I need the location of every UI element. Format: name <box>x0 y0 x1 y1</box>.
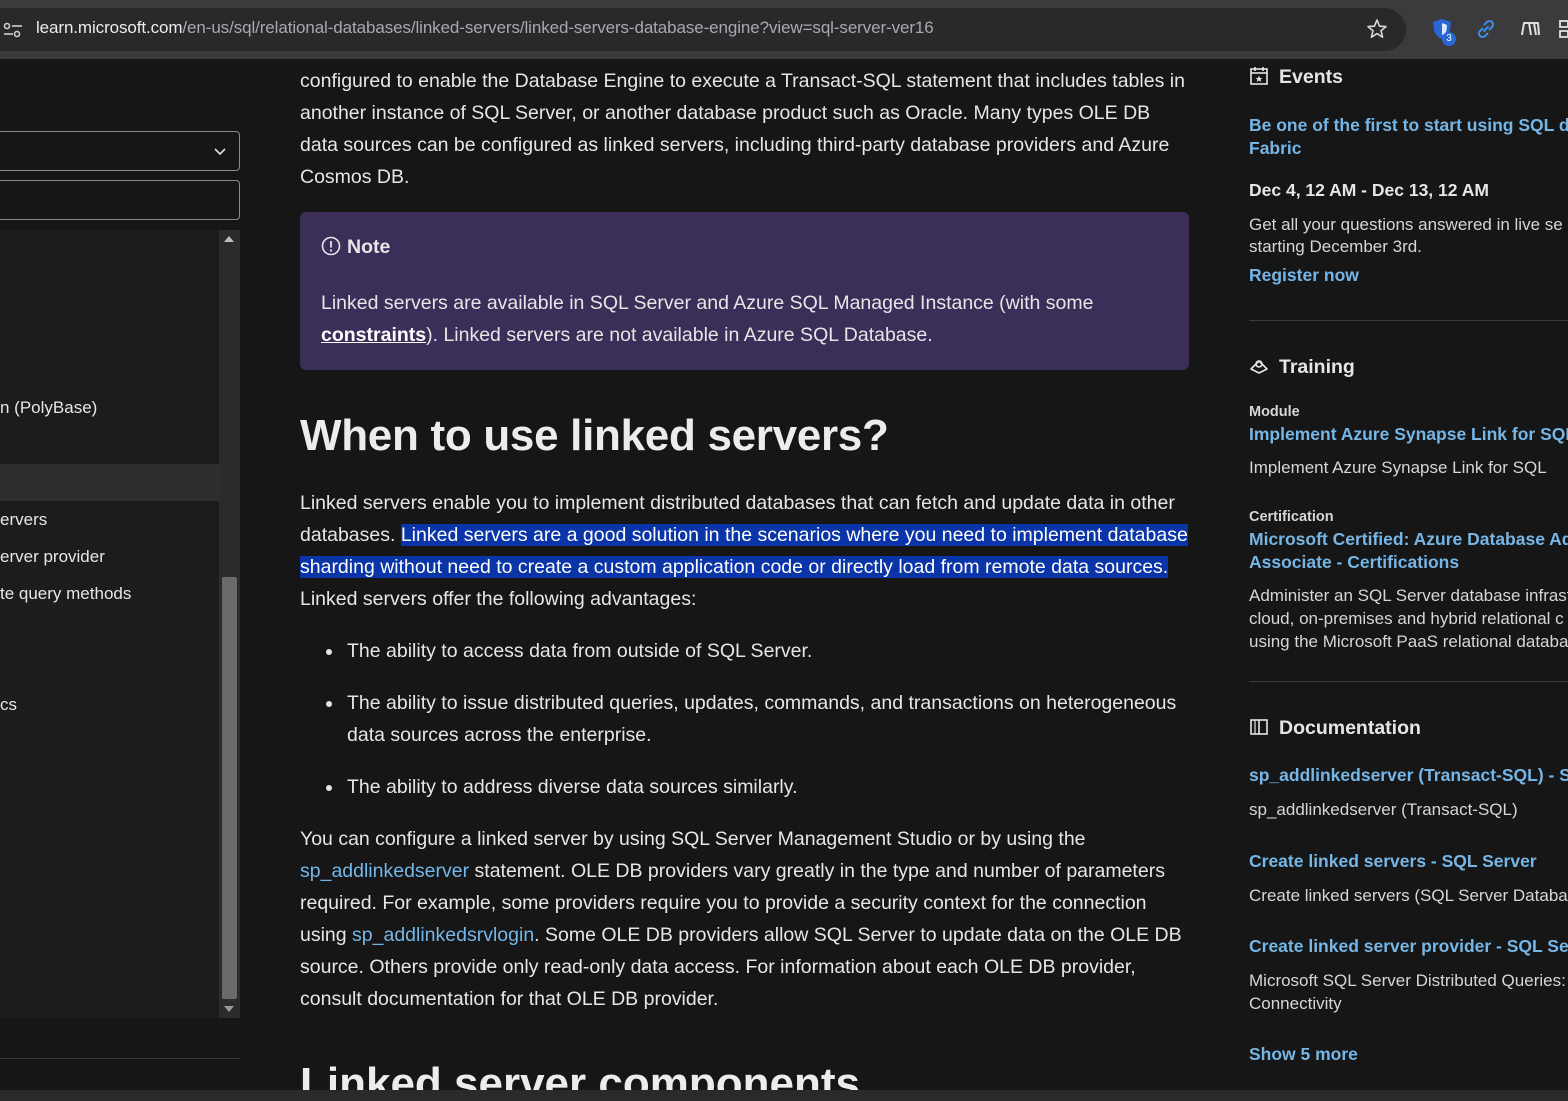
training-heading-text: Training <box>1279 356 1355 378</box>
intro-paragraph: configured to enable the Database Engine… <box>300 70 1185 188</box>
event-link[interactable]: Be one of the first to start using SQL d… <box>1249 114 1568 137</box>
note-callout: Note Linked servers are available in SQL… <box>300 212 1189 370</box>
doc-description: Create linked servers (SQL Server Databa… <box>1249 886 1568 905</box>
training-heading: Training <box>1249 356 1355 379</box>
scrollbar-thumb[interactable] <box>222 577 237 999</box>
event-link-line2[interactable]: Fabric <box>1249 137 1302 160</box>
toc-item-server-provider[interactable]: erver provider <box>0 547 105 567</box>
toc-item-polybase[interactable]: n (PolyBase) <box>0 398 97 418</box>
doc-link[interactable]: Create linked server provider - SQL Serv… <box>1249 935 1568 958</box>
constraints-link[interactable]: constraints <box>321 324 426 346</box>
paragraph-text-end: Linked servers offer the following advan… <box>300 588 697 610</box>
book-icon <box>1250 719 1268 735</box>
bottom-bar <box>0 1090 1568 1101</box>
filter-input[interactable] <box>0 180 240 220</box>
note-body: Linked servers are available in SQL Serv… <box>321 287 1171 351</box>
extension-badge: 3 <box>1442 32 1456 46</box>
link-extension-icon[interactable] <box>1474 17 1498 41</box>
doc-link[interactable]: Create linked servers - SQL Server <box>1249 850 1537 873</box>
rail-divider <box>1249 681 1568 682</box>
site-settings-icon[interactable] <box>3 22 23 38</box>
certification-description-line2: cloud, on-premises and hybrid relational… <box>1249 609 1564 628</box>
certification-link-line2[interactable]: Associate - Certifications <box>1249 551 1459 574</box>
chevron-down-icon <box>214 148 226 156</box>
module-description: Implement Azure Synapse Link for SQL <box>1249 458 1547 477</box>
show-more-link[interactable]: Show 5 more <box>1249 1043 1358 1066</box>
doc-description-line2: Connectivity <box>1249 994 1342 1013</box>
advantages-list: The ability to access data from outside … <box>300 635 1190 823</box>
toc-active-item[interactable] <box>0 464 219 501</box>
note-title: Note <box>321 236 390 259</box>
certification-description-line3: using the Microsoft PaaS relational data… <box>1249 632 1568 651</box>
note-title-text: Note <box>347 236 391 258</box>
list-item: The ability to address diverse data sour… <box>300 771 1190 803</box>
version-select[interactable] <box>0 131 240 171</box>
doc-description: sp_addlinkedserver (Transact-SQL) <box>1249 800 1518 819</box>
menu-extension-icon[interactable] <box>1558 17 1568 41</box>
events-heading-text: Events <box>1279 66 1343 88</box>
scroll-down-icon[interactable] <box>224 1006 234 1012</box>
bookmark-star-icon[interactable] <box>1366 18 1388 40</box>
address-bar[interactable]: learn.microsoft.com/en-us/sql/relational… <box>0 8 1406 51</box>
info-icon <box>321 236 341 256</box>
url-text[interactable]: learn.microsoft.com/en-us/sql/relational… <box>36 18 934 38</box>
rail-divider <box>1249 320 1568 321</box>
list-item: The ability to issue distributed queries… <box>300 687 1190 751</box>
url-host: learn.microsoft.com <box>36 18 183 37</box>
certification-description: Administer an SQL Server database infras… <box>1249 586 1568 605</box>
reader-extension-icon[interactable] <box>1518 17 1542 41</box>
selected-text: Linked servers are a good solution in th… <box>300 524 1188 578</box>
event-description: Get all your questions answered in live … <box>1249 215 1563 234</box>
note-text-end: ). Linked servers are not available in A… <box>426 324 933 346</box>
documentation-heading-text: Documentation <box>1279 717 1421 739</box>
right-rail: Events Be one of the first to start usin… <box>1249 59 1568 1101</box>
article-content: configured to enable the Database Engine… <box>300 59 1200 1101</box>
toc-item-linked-servers[interactable]: ervers <box>0 510 47 530</box>
module-link[interactable]: Implement Azure Synapse Link for SQL - <box>1249 423 1568 446</box>
browser-toolbar: learn.microsoft.com/en-us/sql/relational… <box>0 0 1568 59</box>
training-icon <box>1250 360 1268 374</box>
linked-servers-paragraph: Linked servers enable you to implement d… <box>300 487 1190 615</box>
module-label: Module <box>1249 404 1300 420</box>
url-path: /en-us/sql/relational-databases/linked-s… <box>182 18 934 37</box>
certification-link[interactable]: Microsoft Certified: Azure Database Adm <box>1249 528 1568 551</box>
scroll-up-icon[interactable] <box>224 236 234 242</box>
note-text: Linked servers are available in SQL Serv… <box>321 292 1094 314</box>
toc-item-query-methods[interactable]: te query methods <box>0 584 131 604</box>
table-of-contents: n (PolyBase) ervers erver provider te qu… <box>0 59 240 1101</box>
sidebar-divider <box>0 1058 240 1059</box>
event-description-line2: starting December 3rd. <box>1249 237 1422 256</box>
list-item: The ability to access data from outside … <box>300 635 1190 667</box>
toc-scrollbar[interactable] <box>219 230 240 1018</box>
register-now-link[interactable]: Register now <box>1249 264 1359 287</box>
events-heading: Events <box>1249 66 1343 89</box>
toc-item-cs[interactable]: cs <box>0 695 17 715</box>
sp-addlinkedsrvlogin-link[interactable]: sp_addlinkedsrvlogin <box>352 924 534 946</box>
doc-link[interactable]: sp_addlinkedserver (Transact-SQL) - SQL <box>1249 764 1568 787</box>
calendar-icon <box>1250 67 1268 85</box>
configure-paragraph: You can configure a linked server by usi… <box>300 823 1190 1015</box>
doc-description: Microsoft SQL Server Distributed Queries… <box>1249 971 1566 990</box>
sp-addlinkedserver-link[interactable]: sp_addlinkedserver <box>300 860 469 882</box>
toc-list: n (PolyBase) ervers erver provider te qu… <box>0 230 219 1018</box>
certification-label: Certification <box>1249 509 1334 525</box>
event-dates: Dec 4, 12 AM - Dec 13, 12 AM <box>1249 180 1489 200</box>
documentation-heading: Documentation <box>1249 717 1421 740</box>
paragraph-text: You can configure a linked server by usi… <box>300 828 1086 850</box>
section-heading: When to use linked servers? <box>300 411 889 460</box>
